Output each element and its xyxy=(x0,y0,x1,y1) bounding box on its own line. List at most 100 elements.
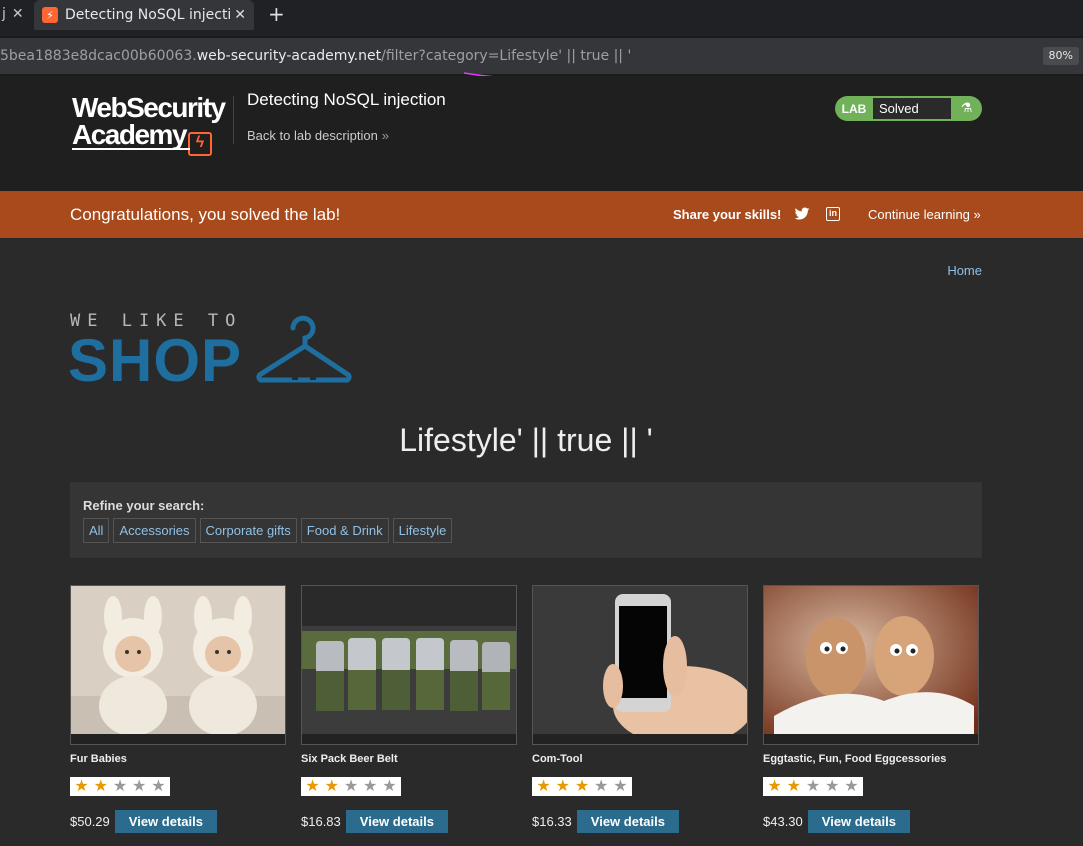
product-image[interactable] xyxy=(763,585,979,745)
continue-label: Continue learning xyxy=(868,207,970,222)
lab-status-badge: LAB Solved ⚗ xyxy=(835,96,982,121)
product-image[interactable] xyxy=(70,585,286,745)
rating-stars: ★ ★ ★ ★ ★ xyxy=(301,777,401,796)
product-name: Six Pack Beer Belt xyxy=(301,753,398,765)
star-empty-icon: ★ xyxy=(151,778,166,795)
home-link[interactable]: Home xyxy=(947,263,982,278)
close-tab-icon[interactable]: ✕ xyxy=(12,6,24,22)
url-domain: web-security-academy.net xyxy=(196,48,382,64)
star-filled-icon: ★ xyxy=(767,778,782,795)
product-grid: Fur Babies ★★★★★ $50.29 View details xyxy=(70,585,979,833)
price-row: $16.33 View details xyxy=(532,810,748,833)
logo-line2: Academy xyxy=(72,119,188,150)
url-subdomain: 5bea1883e8dcac00b60063. xyxy=(0,48,197,64)
address-bar: 5bea1883e8dcac00b60063.web-security-acad… xyxy=(0,38,1083,74)
product-image[interactable] xyxy=(301,585,517,745)
product-card: Com-Tool ★ ★ ★ ★ ★ $16.33 View details xyxy=(532,585,748,833)
star-empty-icon: ★ xyxy=(805,778,821,795)
star-empty-icon: ★ xyxy=(112,778,128,795)
filter-food-drink[interactable]: Food & Drink xyxy=(300,518,389,543)
url-path: /filter?category=Lifestyle' || true || ' xyxy=(381,48,632,64)
zoom-level[interactable]: 80% xyxy=(1042,47,1079,65)
star-filled-icon: ★ xyxy=(786,778,801,795)
star-empty-icon: ★ xyxy=(594,778,609,795)
product-price: $50.29 xyxy=(70,814,110,829)
filter-lifestyle[interactable]: Lifestyle xyxy=(392,518,453,543)
rating-stars: ★ ★ ★ ★ ★ xyxy=(763,777,863,796)
flask-icon: ⚗ xyxy=(960,101,973,116)
hanger-icon xyxy=(256,315,352,383)
rating-stars: ★ ★ ★ ★ ★ xyxy=(532,777,632,796)
filter-panel: Refine your search: All Accessories Corp… xyxy=(70,482,982,558)
header-divider xyxy=(233,96,234,144)
view-details-button[interactable]: View details xyxy=(114,810,217,833)
continue-learning-link[interactable]: Continue learning » xyxy=(868,207,981,222)
academy-logo[interactable]: WebSecurity Academy ϟ xyxy=(72,92,226,156)
filter-accessories[interactable]: Accessories xyxy=(113,518,196,543)
filter-all[interactable]: All xyxy=(83,518,110,543)
product-image[interactable] xyxy=(532,585,748,745)
solved-banner: Congratulations, you solved the lab! Sha… xyxy=(0,191,1083,238)
star-filled-icon: ★ xyxy=(574,778,590,795)
bolt-icon: ϟ xyxy=(188,132,213,156)
category-title: Lifestyle' || true || ' xyxy=(399,422,653,458)
new-tab-icon[interactable]: + xyxy=(268,2,285,26)
linkedin-icon[interactable]: in xyxy=(826,207,840,221)
filter-corporate-gifts[interactable]: Corporate gifts xyxy=(199,518,297,543)
share-label: Share your skills! xyxy=(673,207,782,222)
star-filled-icon: ★ xyxy=(74,778,89,795)
star-empty-icon: ★ xyxy=(613,778,628,795)
star-empty-icon: ★ xyxy=(132,778,147,795)
star-filled-icon: ★ xyxy=(93,778,108,795)
star-empty-icon: ★ xyxy=(363,778,378,795)
product-name: Fur Babies xyxy=(70,753,127,765)
star-filled-icon: ★ xyxy=(305,778,320,795)
product-price: $16.83 xyxy=(301,814,341,829)
product-card: Six Pack Beer Belt ★ ★ ★ ★ ★ $16.83 View det… xyxy=(301,585,517,833)
lab-favicon-icon: ⚡ xyxy=(42,7,58,23)
academy-header: WebSecurity Academy ϟ Detecting NoSQL inj… xyxy=(0,76,1083,191)
congrats-message: Congratulations, you solved the lab! xyxy=(70,205,341,224)
star-empty-icon: ★ xyxy=(844,778,859,795)
star-filled-icon: ★ xyxy=(555,778,570,795)
star-filled-icon: ★ xyxy=(324,778,339,795)
fur-babies-image xyxy=(71,586,285,734)
star-empty-icon: ★ xyxy=(382,778,397,795)
eggtastic-image xyxy=(764,586,978,734)
url-input[interactable]: 5bea1883e8dcac00b60063.web-security-acad… xyxy=(0,41,1040,71)
logo-underline xyxy=(72,148,190,150)
double-chevron-right-icon: » xyxy=(381,128,390,143)
active-tab[interactable]: ⚡ Detecting NoSQL injectio ✕ xyxy=(34,0,254,30)
active-tab-title: Detecting NoSQL injectio xyxy=(65,7,231,23)
view-details-button[interactable]: View details xyxy=(576,810,679,833)
view-details-button[interactable]: View details xyxy=(807,810,910,833)
shop-main: Home WE LIKE TO SHOP Lifestyle' || true … xyxy=(0,238,1083,846)
beer-belt-image xyxy=(302,586,516,734)
star-empty-icon: ★ xyxy=(825,778,840,795)
com-tool-image xyxy=(533,586,747,734)
twitter-icon[interactable] xyxy=(794,206,810,222)
filter-links: All Accessories Corporate gifts Food & D… xyxy=(83,518,453,543)
previous-tab[interactable]: j ✕ xyxy=(0,0,28,28)
badge-status-text: Solved xyxy=(873,98,951,119)
product-name: Eggtastic, Fun, Food Eggcessories xyxy=(763,753,947,765)
logo-line1: WebSecurity xyxy=(72,92,226,123)
product-price: $43.30 xyxy=(763,814,803,829)
price-row: $16.83 View details xyxy=(301,810,517,833)
back-link-label: Back to lab description xyxy=(247,128,378,143)
view-details-button[interactable]: View details xyxy=(345,810,448,833)
badge-lab-label: LAB xyxy=(841,101,867,116)
product-card: Eggtastic, Fun, Food Eggcessories ★ ★ ★ ★ ★ … xyxy=(763,585,979,833)
star-filled-icon: ★ xyxy=(536,778,551,795)
rating-stars: ★ ★ ★ ★ ★ xyxy=(70,777,170,796)
price-row: $50.29 View details xyxy=(70,810,286,833)
product-price: $16.33 xyxy=(532,814,572,829)
shop-logo-word: SHOP xyxy=(68,327,243,394)
product-card: Fur Babies ★ ★ ★ ★ ★ $50.29 View details xyxy=(70,585,286,833)
star-empty-icon: ★ xyxy=(343,778,359,795)
close-tab-icon[interactable]: ✕ xyxy=(234,7,246,23)
browser-tab-bar: j ✕ ⚡ Detecting NoSQL injectio ✕ + xyxy=(0,0,1083,36)
previous-tab-title: j xyxy=(2,6,6,22)
back-to-lab-link[interactable]: Back to lab description» xyxy=(247,128,389,143)
product-name: Com-Tool xyxy=(532,753,583,765)
